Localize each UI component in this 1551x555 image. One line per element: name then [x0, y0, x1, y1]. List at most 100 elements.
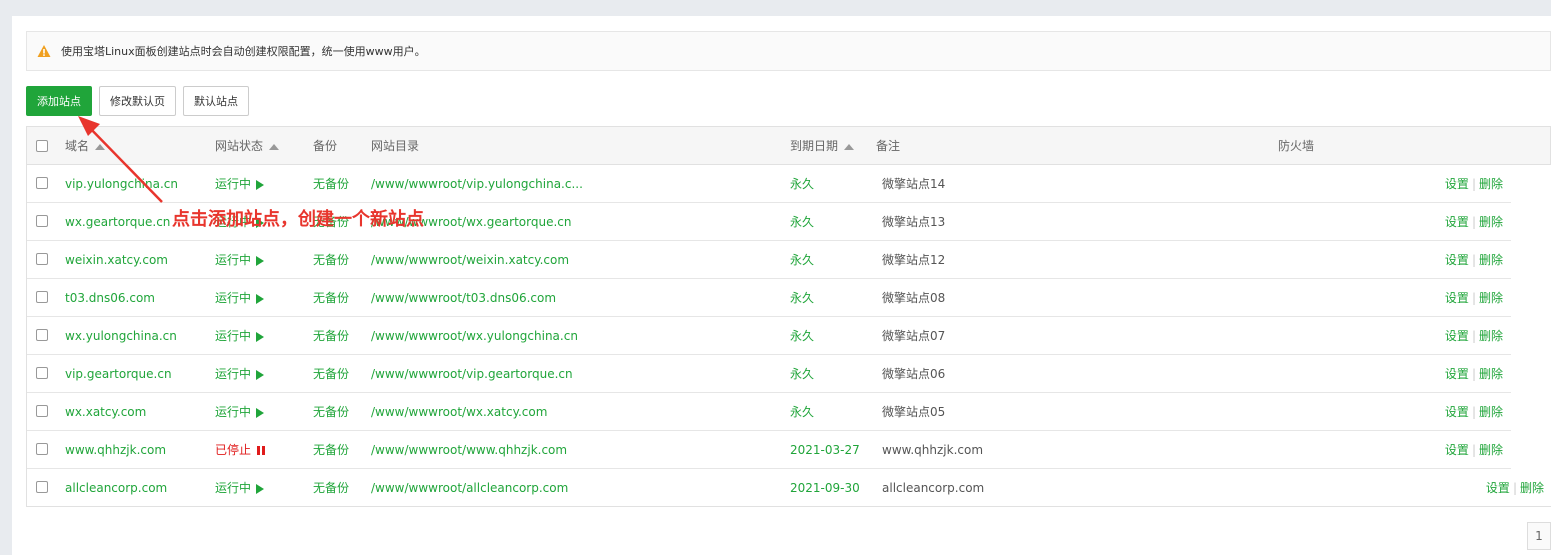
site-backup-link[interactable]: 无备份: [313, 279, 349, 317]
site-domain-link[interactable]: t03.dns06.com: [65, 279, 155, 317]
site-root-link[interactable]: /www/wwwroot/weixin.xatcy.com: [371, 241, 569, 279]
site-root-link[interactable]: /www/wwwroot/vip.geartorque.cn: [371, 355, 573, 393]
site-domain-link[interactable]: allcleancorp.com: [65, 469, 167, 507]
select-all-checkbox[interactable]: [36, 140, 48, 152]
delete-link[interactable]: 删除: [1479, 215, 1503, 229]
row-checkbox[interactable]: [36, 481, 48, 493]
site-expire-date[interactable]: 永久: [790, 203, 814, 241]
site-domain-link[interactable]: wx.xatcy.com: [65, 393, 146, 431]
row-checkbox[interactable]: [36, 405, 48, 417]
site-backup-link[interactable]: 无备份: [313, 431, 349, 469]
delete-link[interactable]: 删除: [1479, 177, 1503, 191]
site-root-link[interactable]: /www/wwwroot/vip.yulongchina.c...: [371, 165, 583, 203]
site-remark[interactable]: 微擎站点07: [882, 317, 945, 355]
site-domain-link[interactable]: weixin.xatcy.com: [65, 241, 168, 279]
site-remark[interactable]: 微擎站点12: [882, 241, 945, 279]
site-status-label: 运行中: [215, 481, 252, 495]
site-status-toggle[interactable]: 运行中: [215, 165, 265, 203]
site-root-link[interactable]: /www/wwwroot/allcleancorp.com: [371, 469, 568, 507]
action-separator: |: [1471, 291, 1476, 305]
delete-link[interactable]: 删除: [1479, 443, 1503, 457]
delete-link[interactable]: 删除: [1479, 329, 1503, 343]
sites-table: 域名 网站状态 备份 网站目录 到期日期 备注 防火墙 vip.yulongch…: [26, 126, 1551, 507]
site-status-toggle[interactable]: 运行中: [215, 469, 265, 507]
play-icon: [256, 483, 265, 494]
site-status-label: 运行中: [215, 177, 252, 191]
settings-link[interactable]: 设置: [1445, 405, 1469, 419]
site-remark[interactable]: 微擎站点05: [882, 393, 945, 431]
settings-link[interactable]: 设置: [1445, 291, 1469, 305]
pagination-page-1[interactable]: 1: [1527, 522, 1551, 550]
row-checkbox[interactable]: [36, 177, 48, 189]
row-checkbox[interactable]: [36, 253, 48, 265]
site-root-link[interactable]: /www/wwwroot/t03.dns06.com: [371, 279, 556, 317]
site-status-toggle[interactable]: 运行中: [215, 241, 265, 279]
site-remark[interactable]: 微擎站点06: [882, 355, 945, 393]
site-backup-link[interactable]: 无备份: [313, 355, 349, 393]
delete-link[interactable]: 删除: [1479, 291, 1503, 305]
site-remark[interactable]: 微擎站点08: [882, 279, 945, 317]
notice-banner: 使用宝塔Linux面板创建站点时会自动创建权限配置，统一使用www用户。: [26, 31, 1551, 71]
pause-icon: [257, 446, 266, 455]
action-separator: |: [1471, 405, 1476, 419]
site-backup-link[interactable]: 无备份: [313, 393, 349, 431]
row-checkbox[interactable]: [36, 215, 48, 227]
settings-link[interactable]: 设置: [1445, 329, 1469, 343]
site-expire-date[interactable]: 永久: [790, 279, 814, 317]
action-separator: |: [1471, 367, 1476, 381]
site-domain-link[interactable]: wx.yulongchina.cn: [65, 317, 177, 355]
site-expire-date[interactable]: 永久: [790, 355, 814, 393]
column-expire[interactable]: 到期日期: [790, 127, 855, 166]
site-status-toggle[interactable]: 已停止: [215, 431, 266, 469]
site-expire-date[interactable]: 2021-09-30: [790, 469, 860, 507]
row-checkbox[interactable]: [36, 329, 48, 341]
site-expire-date[interactable]: 2021-03-27: [790, 431, 860, 469]
settings-link[interactable]: 设置: [1445, 443, 1469, 457]
site-remark[interactable]: allcleancorp.com: [882, 469, 984, 507]
site-status-toggle[interactable]: 运行中: [215, 279, 265, 317]
table-header: 域名 网站状态 备份 网站目录 到期日期 备注 防火墙: [26, 126, 1551, 165]
settings-link[interactable]: 设置: [1445, 253, 1469, 267]
site-domain-link[interactable]: www.qhhzjk.com: [65, 431, 166, 469]
site-status-toggle[interactable]: 运行中: [215, 393, 265, 431]
site-expire-date[interactable]: 永久: [790, 317, 814, 355]
table-row: vip.geartorque.cn 运行中 无备份/www/wwwroot/vip.…: [27, 355, 1511, 393]
site-status-label: 运行中: [215, 291, 252, 305]
site-expire-date[interactable]: 永久: [790, 241, 814, 279]
row-actions: 设置 | 删除: [1445, 393, 1503, 431]
site-remark[interactable]: 微擎站点14: [882, 165, 945, 203]
row-actions: 设置 | 删除: [1445, 431, 1503, 469]
row-checkbox[interactable]: [36, 443, 48, 455]
play-icon: [256, 369, 265, 380]
site-backup-link[interactable]: 无备份: [313, 165, 349, 203]
site-backup-link[interactable]: 无备份: [313, 469, 349, 507]
site-backup-link[interactable]: 无备份: [313, 241, 349, 279]
site-root-link[interactable]: /www/wwwroot/www.qhhzjk.com: [371, 431, 567, 469]
row-checkbox[interactable]: [36, 291, 48, 303]
play-icon: [256, 179, 265, 190]
top-bar: [0, 0, 1551, 16]
delete-link[interactable]: 删除: [1479, 367, 1503, 381]
settings-link[interactable]: 设置: [1445, 177, 1469, 191]
site-domain-link[interactable]: vip.geartorque.cn: [65, 355, 172, 393]
site-status-toggle[interactable]: 运行中: [215, 317, 265, 355]
row-checkbox[interactable]: [36, 367, 48, 379]
default-site-button[interactable]: 默认站点: [183, 86, 249, 116]
site-root-link[interactable]: /www/wwwroot/wx.yulongchina.cn: [371, 317, 578, 355]
site-root-link[interactable]: /www/wwwroot/wx.xatcy.com: [371, 393, 547, 431]
site-expire-date[interactable]: 永久: [790, 165, 814, 203]
row-actions: 设置 | 删除: [1445, 203, 1503, 241]
site-status-toggle[interactable]: 运行中: [215, 355, 265, 393]
settings-link[interactable]: 设置: [1445, 367, 1469, 381]
delete-link[interactable]: 删除: [1479, 253, 1503, 267]
delete-link[interactable]: 删除: [1520, 481, 1544, 495]
site-remark[interactable]: 微擎站点13: [882, 203, 945, 241]
settings-link[interactable]: 设置: [1445, 215, 1469, 229]
settings-link[interactable]: 设置: [1486, 481, 1510, 495]
site-remark[interactable]: www.qhhzjk.com: [882, 431, 983, 469]
column-status[interactable]: 网站状态: [215, 127, 280, 166]
left-bar: [0, 16, 12, 555]
delete-link[interactable]: 删除: [1479, 405, 1503, 419]
site-expire-date[interactable]: 永久: [790, 393, 814, 431]
site-backup-link[interactable]: 无备份: [313, 317, 349, 355]
